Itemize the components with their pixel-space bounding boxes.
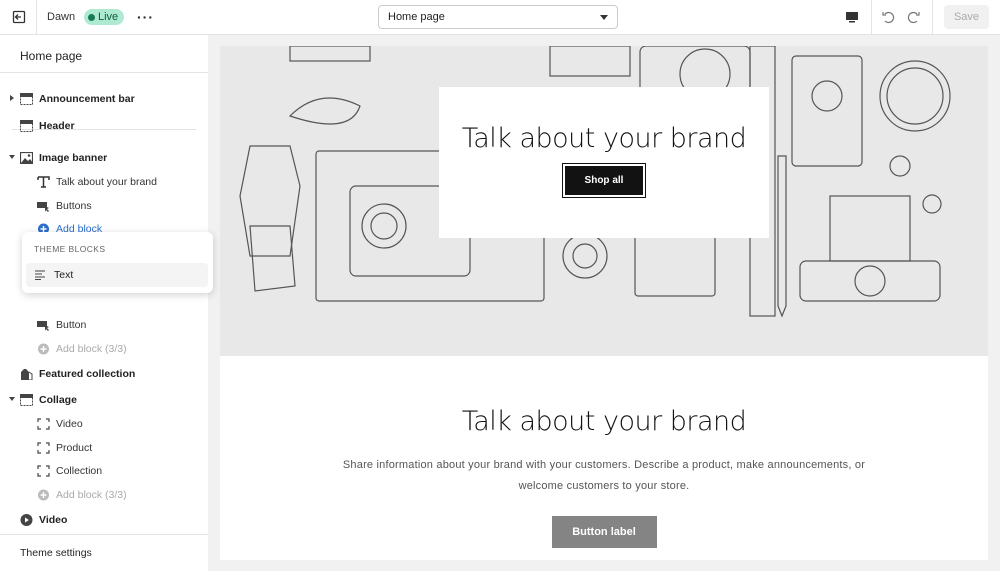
- text-lines-icon: [35, 270, 45, 280]
- text-icon: [37, 176, 50, 188]
- sidebar-item-buttons[interactable]: Buttons: [0, 195, 208, 217]
- sidebar-item-announcement-bar[interactable]: Announcement bar: [0, 88, 208, 110]
- page-select[interactable]: Home page: [378, 5, 618, 29]
- sidebar-item-label: Collection: [56, 465, 103, 477]
- sidebar-item-header[interactable]: Header: [0, 115, 208, 137]
- sidebar-item-label: Product: [56, 442, 93, 454]
- more-actions-button[interactable]: ···: [137, 0, 154, 34]
- save-button[interactable]: Save: [944, 5, 989, 29]
- banner-heading: Talk about your brand: [461, 123, 747, 154]
- sidebar-item-add-block-3-3[interactable]: Add block (3/3): [0, 484, 208, 506]
- sidebar-item-video[interactable]: Video: [0, 413, 208, 435]
- sidebar: Home page Announcement bar Header Image ba…: [0, 35, 208, 571]
- placeholder-icon: [37, 442, 50, 454]
- plus-circle-icon: [38, 489, 49, 501]
- placeholder-icon: [37, 418, 50, 430]
- top-bar: Dawn Live ··· Home page Save: [0, 0, 1000, 35]
- sidebar-item-video[interactable]: Video: [0, 509, 208, 531]
- preview-canvas: Talk about your brand Shop all Talk abou…: [220, 46, 988, 560]
- section-icon: [20, 394, 33, 406]
- popup-item-text[interactable]: Text: [26, 263, 208, 287]
- sidebar-item-label: Image banner: [39, 152, 108, 164]
- sidebar-item-button[interactable]: Button: [0, 314, 208, 336]
- sidebar-item-label: Video: [39, 514, 68, 526]
- placeholder-icon: [37, 465, 50, 477]
- sidebar-item-label: Header: [39, 120, 75, 132]
- undo-icon: [882, 11, 895, 23]
- shop-all-button[interactable]: Shop all: [561, 163, 647, 198]
- live-badge: Live: [84, 9, 125, 25]
- button-icon: [37, 321, 49, 331]
- chevron-down-icon[interactable]: [9, 155, 15, 159]
- sidebar-item-collection[interactable]: Collection: [0, 460, 208, 482]
- sidebar-item-label: Button: [56, 319, 87, 331]
- sidebar-item-product[interactable]: Product: [0, 437, 208, 459]
- theme-settings-label: Theme settings: [20, 547, 92, 559]
- undo-button[interactable]: [881, 0, 896, 34]
- page-select-value: Home page: [388, 11, 445, 23]
- play-icon: [20, 514, 33, 526]
- theme-name: Dawn: [47, 11, 76, 23]
- sidebar-item-add-block-3-3[interactable]: Add block (3/3): [0, 338, 208, 360]
- sidebar-item-label: Video: [56, 418, 83, 430]
- rich-text-heading: Talk about your brand: [461, 406, 747, 437]
- sidebar-item-label: Announcement bar: [39, 93, 135, 105]
- sidebar-item-label: Add block (3/3): [56, 343, 127, 355]
- sidebar-item-label: Collage: [39, 394, 77, 406]
- sidebar-item-talk-about-your-brand[interactable]: Talk about your brand: [0, 171, 208, 193]
- plus-circle-icon: [38, 343, 49, 355]
- sidebar-item-label: Talk about your brand: [56, 176, 157, 188]
- desktop-preview-button[interactable]: [845, 0, 859, 34]
- sidebar-item-label: Featured collection: [39, 368, 136, 380]
- rich-text-section: Talk about your brand Share information …: [220, 356, 988, 548]
- theme-blocks-popup: THEME BLOCKS Text: [22, 232, 213, 293]
- chevron-down-icon: [600, 15, 608, 20]
- rich-text-body: Share information about your brand with …: [342, 459, 866, 492]
- popup-item-label: Text: [54, 269, 74, 281]
- popup-heading: THEME BLOCKS: [34, 244, 106, 254]
- live-label: Live: [98, 11, 119, 23]
- image-banner[interactable]: Talk about your brand Shop all: [220, 46, 988, 356]
- sidebar-item-featured-collection[interactable]: Featured collection: [0, 363, 208, 385]
- redo-button[interactable]: [906, 0, 921, 34]
- section-icon: [20, 120, 33, 132]
- desktop-icon: [846, 12, 858, 23]
- sidebar-item-collage[interactable]: Collage: [0, 389, 208, 411]
- collection-icon: [21, 369, 33, 380]
- sidebar-item-image-banner[interactable]: Image banner: [0, 147, 208, 169]
- section-icon: [20, 93, 33, 105]
- exit-button[interactable]: [12, 0, 26, 34]
- banner-content-box: Talk about your brand Shop all: [439, 87, 769, 238]
- chevron-right-icon[interactable]: [10, 95, 14, 101]
- exit-icon: [12, 10, 26, 24]
- image-icon: [20, 152, 33, 164]
- theme-settings-button[interactable]: Theme settings: [0, 534, 208, 571]
- sidebar-item-label: Buttons: [56, 200, 92, 212]
- rich-text-button[interactable]: Button label: [551, 516, 657, 548]
- redo-icon: [907, 11, 920, 23]
- button-icon: [37, 202, 49, 212]
- sidebar-title: Home page: [20, 49, 83, 63]
- sidebar-item-label: Add block (3/3): [56, 489, 127, 501]
- chevron-down-icon[interactable]: [9, 397, 15, 401]
